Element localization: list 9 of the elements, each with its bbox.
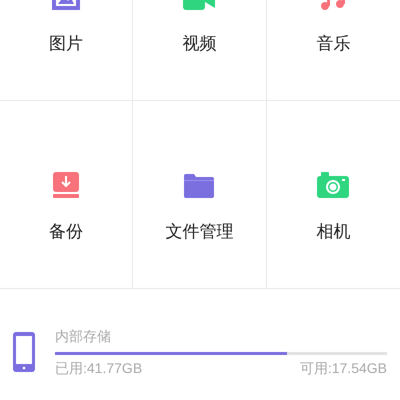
free-space: 可用:17.54GB — [300, 359, 387, 377]
grid-item-label[interactable]: 文件管理 — [165, 221, 234, 243]
storage-title: 内部存储 — [55, 327, 112, 345]
grid-item-label[interactable]: 音乐 — [316, 33, 350, 55]
grid-item-label[interactable]: 视频 — [182, 33, 216, 55]
used-space: 已用:41.77GB — [55, 359, 142, 377]
grid-item-label[interactable]: 备份 — [49, 221, 84, 243]
grid-item-label[interactable]: 图片 — [49, 33, 84, 55]
grid-item-label[interactable]: 相机 — [316, 221, 350, 243]
